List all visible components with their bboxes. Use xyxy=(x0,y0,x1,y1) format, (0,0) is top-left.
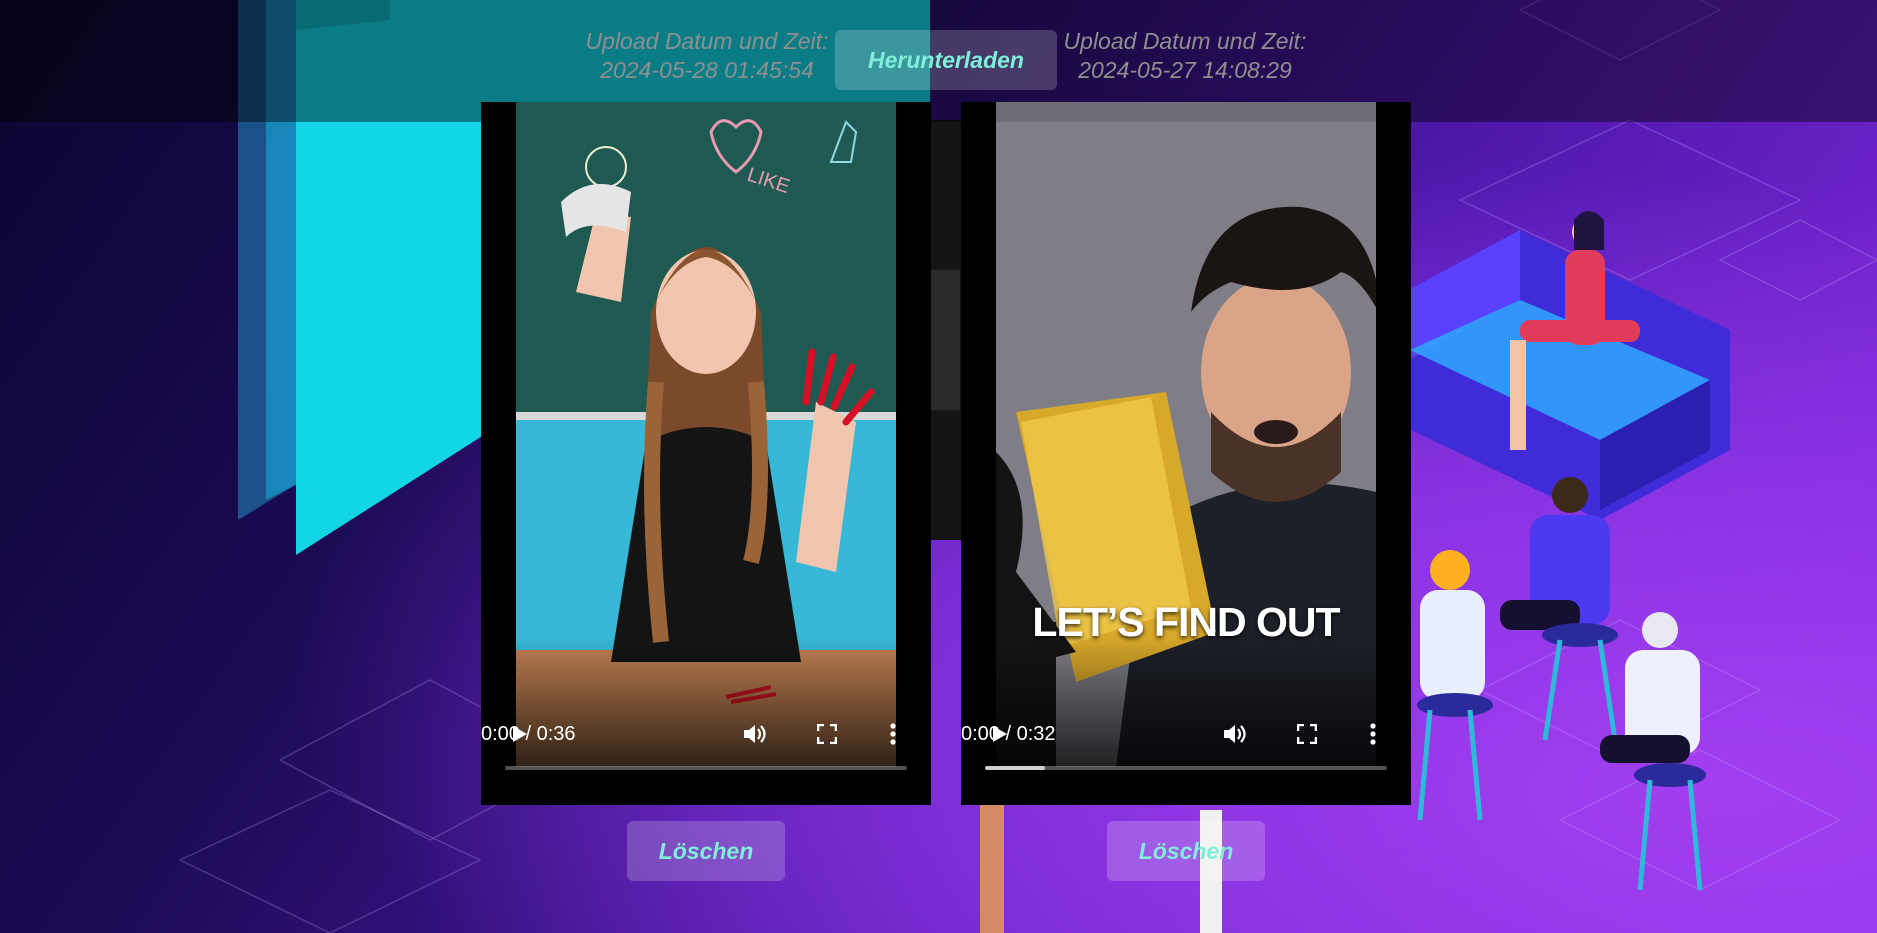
progress-fill xyxy=(985,766,1046,770)
delete-button-video-1[interactable]: Löschen xyxy=(627,821,785,881)
more-vertical-icon[interactable] xyxy=(881,714,905,754)
upload-label: Upload Datum und Zeit: xyxy=(585,28,829,54)
upload-info-video-2: Upload Datum und Zeit: 2024-05-27 14:08:… xyxy=(1040,27,1330,85)
video-frame[interactable]: LET’S FIND OUT xyxy=(996,102,1376,767)
people-illustration xyxy=(1390,211,1730,891)
download-button[interactable]: Herunterladen xyxy=(835,30,1057,90)
time-display: 0:00 / 0:32 xyxy=(961,722,1056,745)
upload-datetime: 2024-05-28 01:45:54 xyxy=(600,57,814,83)
background-illustration xyxy=(0,0,1877,933)
volume-icon[interactable] xyxy=(1217,714,1253,754)
fullscreen-icon[interactable] xyxy=(1289,714,1325,754)
upload-label: Upload Datum und Zeit: xyxy=(1063,28,1307,54)
play-icon[interactable] xyxy=(985,714,1015,754)
play-icon[interactable] xyxy=(505,714,535,754)
progress-bar[interactable] xyxy=(985,766,1387,770)
delete-button-video-2[interactable]: Löschen xyxy=(1107,821,1265,881)
time-display: 0:00 / 0:36 xyxy=(481,722,576,745)
volume-icon[interactable] xyxy=(737,714,773,754)
progress-bar[interactable] xyxy=(505,766,907,770)
video-frame[interactable]: LIKE xyxy=(516,102,896,767)
more-vertical-icon[interactable] xyxy=(1361,714,1385,754)
video-controls: 0:00 / 0:36 xyxy=(481,714,931,754)
fullscreen-icon[interactable] xyxy=(809,714,845,754)
video-controls: 0:00 / 0:32 xyxy=(961,714,1411,754)
video-player-2[interactable]: LET’S FIND OUT 0:00 / 0:32 xyxy=(961,102,1411,805)
upload-datetime: 2024-05-27 14:08:29 xyxy=(1078,57,1292,83)
upload-info-video-1: Upload Datum und Zeit: 2024-05-28 01:45:… xyxy=(562,27,852,85)
video-player-1[interactable]: LIKE 0:00 / 0:36 xyxy=(481,102,931,805)
